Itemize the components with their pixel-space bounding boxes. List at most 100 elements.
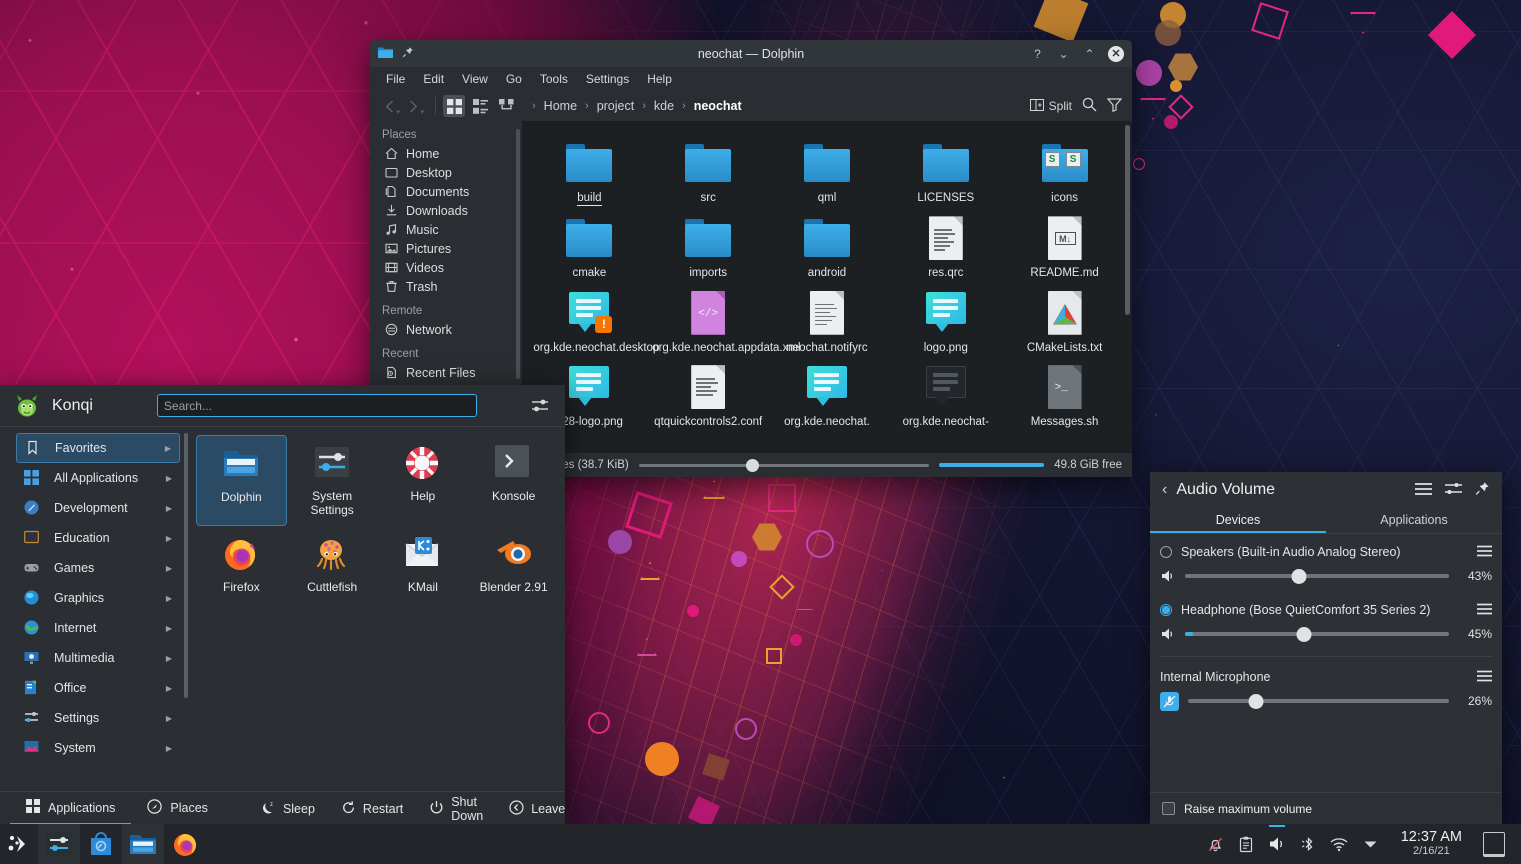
sidebar-item-office[interactable]: Office ▶ bbox=[16, 673, 180, 703]
sliders-icon[interactable] bbox=[529, 395, 551, 417]
file-item[interactable]: >_ Messages.sh bbox=[1005, 357, 1124, 431]
places-item-trash[interactable]: Trash bbox=[370, 277, 522, 296]
back-button[interactable]: ▾ bbox=[378, 95, 400, 117]
device-menu-icon[interactable] bbox=[1477, 603, 1492, 618]
icons-view-icon[interactable] bbox=[443, 95, 465, 117]
system-tray[interactable]: 12:37 AM 2/16/21 bbox=[1206, 824, 1521, 858]
kickoff-launcher-button[interactable] bbox=[0, 824, 38, 864]
device-radio[interactable] bbox=[1160, 546, 1172, 558]
places-item-pictures[interactable]: Pictures bbox=[370, 239, 522, 258]
taskbar-launcher-system-settings[interactable] bbox=[38, 824, 80, 864]
file-item[interactable]: logo.png bbox=[886, 283, 1005, 357]
microphone-slider-knob[interactable] bbox=[1248, 693, 1264, 709]
app-firefox[interactable]: Firefox bbox=[196, 526, 287, 602]
notifications-muted-icon[interactable] bbox=[1206, 835, 1225, 854]
pin-icon[interactable] bbox=[402, 46, 414, 61]
file-item[interactable]: M↓ README.md bbox=[1005, 208, 1124, 282]
file-view[interactable]: build src qml LICENSES S S icons cmake i… bbox=[522, 121, 1132, 453]
file-item[interactable]: neochat.notifyrc bbox=[768, 283, 887, 357]
sidebar-item-development[interactable]: Development ▶ bbox=[16, 493, 180, 523]
search-icon[interactable] bbox=[1082, 97, 1097, 115]
search-input[interactable] bbox=[163, 398, 470, 413]
breadcrumb-item-home[interactable]: Home bbox=[541, 97, 580, 115]
sidebar-item-games[interactable]: Games ▶ bbox=[16, 553, 180, 583]
audio-device-speakers[interactable]: Speakers (Built-in Audio Analog Stereo) … bbox=[1160, 542, 1492, 588]
audio-volume-applet[interactable]: ‹ Audio Volume Devices Applications Spea… bbox=[1150, 472, 1502, 824]
leave-button[interactable]: Leave... bbox=[496, 799, 565, 818]
file-item[interactable]: LICENSES bbox=[886, 133, 1005, 208]
volume-icon[interactable] bbox=[1268, 824, 1287, 854]
file-item[interactable]: imports bbox=[649, 208, 768, 282]
tab-applications[interactable]: Applications bbox=[10, 792, 132, 825]
volume-slider-knob[interactable] bbox=[1291, 568, 1307, 584]
places-item-videos[interactable]: Videos bbox=[370, 258, 522, 277]
file-view-scrollbar[interactable] bbox=[1125, 125, 1130, 315]
places-item-network[interactable]: Network bbox=[370, 320, 522, 339]
file-item[interactable]: android bbox=[768, 208, 887, 282]
maximize-button[interactable]: ⌃ bbox=[1082, 46, 1097, 61]
sidebar-item-education[interactable]: Education ▶ bbox=[16, 523, 180, 553]
menu-tools[interactable]: Tools bbox=[532, 69, 576, 89]
zoom-slider-knob[interactable] bbox=[746, 458, 760, 472]
launcher-categories[interactable]: Favorites ▶ All Applications ▶ Developme… bbox=[0, 427, 190, 791]
raise-max-volume-checkbox[interactable] bbox=[1162, 802, 1175, 815]
tab-applications[interactable]: Applications bbox=[1326, 508, 1502, 533]
speaker-icon[interactable] bbox=[1160, 568, 1176, 584]
show-desktop-icon[interactable] bbox=[1483, 831, 1505, 857]
wifi-icon[interactable] bbox=[1330, 835, 1349, 854]
file-item[interactable]: res.qrc bbox=[886, 208, 1005, 282]
konqi-dragon-icon[interactable] bbox=[14, 394, 40, 418]
help-button[interactable]: ? bbox=[1030, 46, 1045, 61]
device-menu-icon[interactable] bbox=[1477, 670, 1492, 685]
tab-places[interactable]: Places bbox=[131, 792, 224, 825]
sidebar-item-all-applications[interactable]: All Applications ▶ bbox=[16, 463, 180, 493]
close-button[interactable]: ✕ bbox=[1108, 45, 1124, 62]
audio-device-headphone[interactable]: Headphone (Bose QuietComfort 35 Series 2… bbox=[1160, 600, 1492, 646]
device-radio[interactable] bbox=[1160, 604, 1172, 616]
menu-help[interactable]: Help bbox=[639, 69, 680, 89]
hamburger-menu-icon[interactable] bbox=[1415, 482, 1432, 499]
compact-view-icon[interactable] bbox=[469, 95, 491, 117]
taskbar-launcher-firefox[interactable] bbox=[164, 824, 206, 864]
sidebar-item-internet[interactable]: Internet ▶ bbox=[16, 613, 180, 643]
app-konsole[interactable]: Konsole bbox=[468, 435, 559, 526]
launcher-footer[interactable]: Applications Places z Sleep Restart Shut… bbox=[0, 791, 565, 825]
file-item[interactable]: build bbox=[530, 133, 649, 208]
app-system-settings[interactable]: System Settings bbox=[287, 435, 378, 526]
file-item[interactable]: src bbox=[649, 133, 768, 208]
sidebar-item-graphics[interactable]: Graphics ▶ bbox=[16, 583, 180, 613]
places-item-desktop[interactable]: Desktop bbox=[370, 163, 522, 182]
bluetooth-icon[interactable] bbox=[1299, 835, 1318, 854]
places-scrollbar[interactable] bbox=[516, 129, 520, 379]
audio-footer[interactable]: Raise maximum volume bbox=[1150, 792, 1502, 824]
file-item[interactable]: qtquickcontrols2.conf bbox=[649, 357, 768, 431]
zoom-slider[interactable] bbox=[638, 458, 930, 472]
taskbar-launcher-discover[interactable] bbox=[80, 824, 122, 864]
breadcrumb[interactable]: › Home › project › kde › neochat bbox=[529, 97, 1026, 115]
filter-icon[interactable] bbox=[1106, 97, 1123, 115]
minimize-button[interactable]: ⌄ bbox=[1056, 46, 1071, 61]
file-item[interactable]: ! org.kde.neochat.desktop bbox=[530, 283, 659, 357]
restart-button[interactable]: Restart bbox=[328, 800, 416, 818]
chevron-left-icon[interactable]: ‹ bbox=[1162, 481, 1167, 499]
sleep-button[interactable]: z Sleep bbox=[248, 800, 328, 818]
mixer-settings-icon[interactable] bbox=[1445, 481, 1462, 499]
app-kmail[interactable]: KMail bbox=[378, 526, 469, 602]
breadcrumb-item-neochat[interactable]: neochat bbox=[691, 97, 745, 115]
volume-slider-knob[interactable] bbox=[1296, 626, 1312, 642]
places-item-music[interactable]: Music bbox=[370, 220, 522, 239]
breadcrumb-item-project[interactable]: project bbox=[594, 97, 638, 115]
taskbar-launcher-dolphin[interactable] bbox=[122, 824, 164, 864]
dolphin-toolbar[interactable]: ▾ ▾ › Home › project › kde › neochat Spl… bbox=[370, 91, 1132, 121]
details-view-icon[interactable] bbox=[495, 95, 517, 117]
app-blender[interactable]: Blender 2.91 bbox=[468, 526, 559, 602]
file-item[interactable]: </> org.kde.neochat.appdata.xml bbox=[649, 283, 801, 357]
sidebar-item-favorites[interactable]: Favorites ▶ bbox=[16, 433, 180, 463]
categories-scrollbar[interactable] bbox=[184, 433, 188, 698]
forward-button[interactable]: ▾ bbox=[402, 95, 424, 117]
speaker-icon[interactable] bbox=[1160, 626, 1176, 642]
app-dolphin[interactable]: Dolphin bbox=[196, 435, 287, 526]
menu-settings[interactable]: Settings bbox=[578, 69, 637, 89]
menu-edit[interactable]: Edit bbox=[415, 69, 452, 89]
file-item[interactable]: CMakeLists.txt bbox=[1005, 283, 1124, 357]
